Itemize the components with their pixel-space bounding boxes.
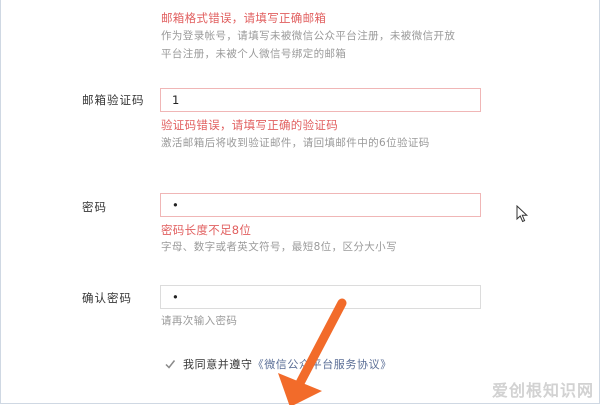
password-input[interactable]: • (160, 193, 481, 217)
mouse-pointer-icon (516, 204, 530, 227)
email-error-message: 邮箱格式错误，请填写正确邮箱 (161, 11, 327, 25)
agreement-prefix: 我同意并遵守 (183, 358, 253, 371)
confirm-password-label: 确认密码 (82, 291, 132, 305)
verify-code-input[interactable]: 1 (160, 88, 481, 112)
password-error-message: 密码长度不足8位 (161, 223, 252, 237)
check-icon (165, 360, 176, 369)
confirm-password-tip: 请再次输入密码 (161, 315, 238, 327)
password-tip: 字母、数字或者英文符号，最短8位，区分大小写 (161, 241, 397, 253)
annotation-arrow-icon (260, 295, 360, 409)
verify-code-label: 邮箱验证码 (82, 93, 145, 107)
verify-code-tip: 激活邮箱后将收到验证邮件，请回填邮件中的6位验证码 (161, 137, 430, 149)
email-tip: 作为登录帐号，请填写未被微信公众平台注册，未被微信开放平台注册，未被个人微信号绑… (161, 30, 456, 60)
verify-code-error-message: 验证码错误，请填写正确的验证码 (161, 118, 338, 132)
password-label: 密码 (82, 200, 107, 214)
watermark-text: 爱创根知识网 (491, 381, 594, 400)
agreement-checkbox[interactable] (164, 358, 176, 370)
